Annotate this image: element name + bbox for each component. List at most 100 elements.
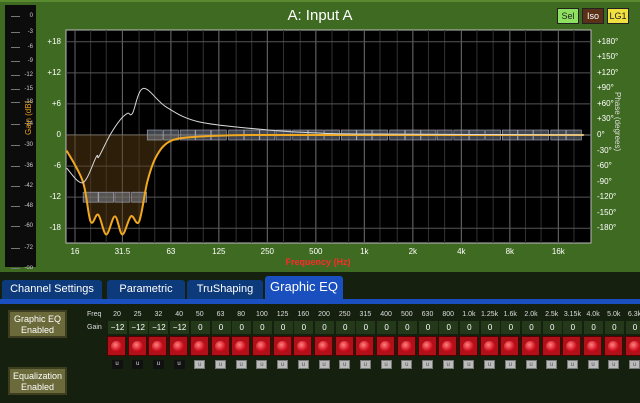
- y-axis-label: Gain (dB): [24, 100, 33, 135]
- band-enable-button[interactable]: [189, 336, 209, 356]
- band-gain[interactable]: 0: [521, 321, 541, 334]
- band-unity-button[interactable]: u: [359, 360, 371, 369]
- band-gain[interactable]: 0: [272, 321, 293, 334]
- graphic-eq-enabled-button[interactable]: Graphic EQ Enabled: [8, 310, 67, 338]
- band-enable-button[interactable]: [355, 336, 375, 356]
- band-enable-button[interactable]: [334, 336, 354, 356]
- band-gain[interactable]: 0: [334, 321, 355, 334]
- y-tick-label: +12: [47, 67, 61, 77]
- band-enable-button[interactable]: [396, 336, 416, 356]
- tab-channel-settings[interactable]: Channel Settings: [2, 280, 102, 299]
- band-unity-button[interactable]: u: [629, 360, 640, 369]
- band-gain[interactable]: 0: [376, 321, 397, 334]
- band-unity-button[interactable]: u: [215, 360, 226, 369]
- band-enable-button[interactable]: [127, 336, 147, 356]
- band-unity-button[interactable]: u: [132, 360, 144, 369]
- band-unity-button[interactable]: u: [525, 360, 537, 369]
- band-gain[interactable]: 0: [562, 321, 583, 334]
- band-unity-button[interactable]: u: [318, 360, 330, 369]
- band-enable-button[interactable]: [251, 336, 271, 356]
- band-gain[interactable]: 0: [210, 321, 231, 334]
- equalization-enabled-button[interactable]: Equalization Enabled: [8, 367, 67, 395]
- band-unity-button[interactable]: u: [401, 360, 413, 369]
- band-unity-button[interactable]: u: [546, 360, 558, 369]
- band-enable-button[interactable]: [521, 336, 540, 356]
- y2-tick-label: +90°: [597, 83, 614, 93]
- y-tick-label: -18: [49, 223, 61, 233]
- band-enable-button[interactable]: [148, 336, 168, 356]
- band-gain[interactable]: 0: [417, 321, 438, 334]
- band-enable-button[interactable]: [438, 336, 458, 356]
- band-gain[interactable]: 0: [458, 321, 479, 334]
- band-gain[interactable]: −12: [127, 321, 148, 334]
- led-icon: [483, 340, 495, 352]
- y2-tick-label: 0°: [597, 130, 605, 139]
- band-gain[interactable]: 0: [314, 321, 334, 334]
- band-unity-button[interactable]: u: [463, 360, 475, 369]
- band-gain[interactable]: 0: [603, 321, 624, 334]
- y2-tick-label: -150°: [597, 207, 617, 217]
- band-gain[interactable]: −12: [169, 321, 190, 334]
- band-enable-button[interactable]: [169, 336, 189, 356]
- band-enable-button[interactable]: [541, 336, 561, 356]
- tab-parametric[interactable]: Parametric: [107, 280, 185, 299]
- band-unity-button[interactable]: u: [152, 360, 164, 369]
- band-gain[interactable]: 0: [293, 321, 314, 334]
- band-enable-button[interactable]: [417, 336, 437, 356]
- band-unity-button[interactable]: u: [442, 360, 454, 369]
- band-unity-button[interactable]: u: [566, 360, 578, 369]
- y2-tick-label: -120°: [597, 192, 617, 202]
- band-unity-button[interactable]: u: [111, 360, 123, 369]
- band-gain[interactable]: 0: [479, 321, 500, 334]
- band-enable-button[interactable]: [231, 336, 251, 356]
- band-unity-button[interactable]: u: [587, 360, 599, 369]
- band-enable-button[interactable]: [624, 336, 640, 356]
- band-unity-button[interactable]: u: [608, 360, 620, 369]
- band-unity-button[interactable]: u: [422, 360, 433, 369]
- band-enable-button[interactable]: [479, 336, 499, 356]
- band-gain[interactable]: −12: [107, 321, 127, 334]
- band-enable-button[interactable]: [107, 336, 126, 356]
- band-unity-button[interactable]: u: [484, 360, 496, 369]
- band-unity-button[interactable]: u: [235, 360, 247, 369]
- band-gain[interactable]: −12: [148, 321, 169, 334]
- eq-response-chart[interactable]: [0, 0, 640, 272]
- band-gain[interactable]: 0: [231, 321, 252, 334]
- band-enable-button[interactable]: [376, 336, 396, 356]
- band-unity-button[interactable]: u: [173, 360, 185, 369]
- band-gain[interactable]: 0: [355, 321, 376, 334]
- x-tick-label: 16k: [551, 247, 565, 256]
- band-frequency: 5.0k: [607, 311, 621, 318]
- band-enable-button[interactable]: [314, 336, 333, 356]
- y-tick-label: 0: [56, 130, 61, 139]
- band-enable-button[interactable]: [272, 336, 292, 356]
- band-gain[interactable]: 0: [583, 321, 604, 334]
- band-unity-button[interactable]: u: [194, 360, 206, 369]
- band-gain[interactable]: 0: [624, 321, 640, 334]
- tab-graphic-eq[interactable]: Graphic EQ: [265, 276, 343, 300]
- band-unity-button[interactable]: u: [297, 360, 309, 369]
- tab-trushaping[interactable]: TruShaping: [187, 280, 263, 299]
- band-enable-button[interactable]: [500, 336, 520, 356]
- band-unity-button[interactable]: u: [380, 360, 392, 369]
- band-unity-button[interactable]: u: [504, 360, 516, 369]
- band-unity-button[interactable]: u: [277, 360, 289, 369]
- freq-row-label: Freq: [87, 311, 102, 318]
- band-gain[interactable]: 0: [251, 321, 272, 334]
- band-enable-button[interactable]: [210, 336, 230, 356]
- band-enable-button[interactable]: [583, 336, 603, 356]
- band-gain[interactable]: 0: [438, 321, 459, 334]
- band-enable-button[interactable]: [293, 336, 313, 356]
- band-unity-button[interactable]: u: [256, 360, 268, 369]
- band-gain[interactable]: 0: [541, 321, 562, 334]
- band-enable-button[interactable]: [562, 336, 582, 356]
- band-gain[interactable]: 0: [189, 321, 210, 334]
- band-gain[interactable]: 0: [396, 321, 417, 334]
- y2-tick-label: +30°: [597, 114, 614, 124]
- band-enable-button[interactable]: [458, 336, 478, 356]
- eq-band-column: 25 −12 u: [127, 308, 148, 369]
- band-unity-button[interactable]: u: [339, 360, 351, 369]
- band-frequency: 1.0k: [462, 311, 476, 318]
- band-gain[interactable]: 0: [500, 321, 521, 334]
- band-enable-button[interactable]: [603, 336, 623, 356]
